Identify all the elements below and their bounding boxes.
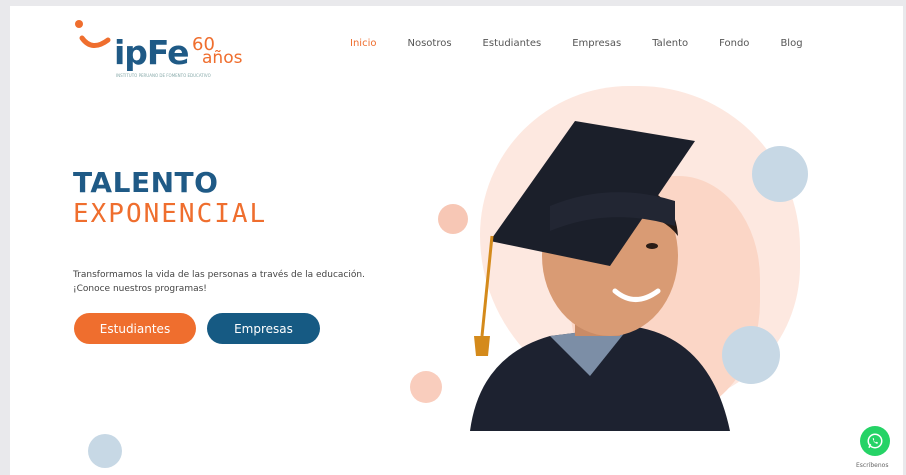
students-button[interactable]: Estudiantes: [74, 313, 196, 344]
hero-description-line-1: Transformamos la vida de las personas a …: [73, 270, 365, 280]
logo-tagline: INSTITUTO PERUANO DE FOMENTO EDUCATIVO: [116, 73, 211, 78]
graduate-photo: [470, 121, 730, 431]
logo-anniversary-word: años: [202, 48, 243, 68]
page: ipFe 60 años INSTITUTO PERUANO DE FOMENT…: [10, 6, 903, 475]
whatsapp-label: Escríbenos: [856, 462, 889, 469]
hero-description: Transformamos la vida de las personas a …: [73, 268, 393, 296]
hero-title: TALENTO: [73, 166, 219, 199]
nav-item-nosotros[interactable]: Nosotros: [407, 38, 451, 49]
ipfe-logo[interactable]: ipFe 60 años INSTITUTO PERUANO DE FOMENT…: [74, 18, 264, 88]
nav-item-fondo[interactable]: Fondo: [719, 38, 749, 49]
companies-button[interactable]: Empresas: [207, 313, 320, 344]
whatsapp-icon: [867, 433, 883, 449]
nav-item-empresas[interactable]: Empresas: [572, 38, 621, 49]
whatsapp-button[interactable]: [860, 426, 890, 456]
logo-text: ipFe: [114, 33, 190, 72]
nav-item-talento[interactable]: Talento: [652, 38, 688, 49]
nav-item-inicio[interactable]: Inicio: [350, 38, 376, 49]
nav-item-blog[interactable]: Blog: [780, 38, 802, 49]
nav-item-estudiantes[interactable]: Estudiantes: [483, 38, 542, 49]
hero-description-line-2: ¡Conoce nuestros programas!: [73, 284, 207, 294]
decor-circle-blue-bottom-left: [88, 434, 122, 468]
logo-swoosh-icon: [75, 20, 111, 48]
hero-subtitle: EXPONENCIAL: [73, 199, 268, 229]
main-nav: Inicio Nosotros Estudiantes Empresas Tal…: [350, 38, 834, 49]
